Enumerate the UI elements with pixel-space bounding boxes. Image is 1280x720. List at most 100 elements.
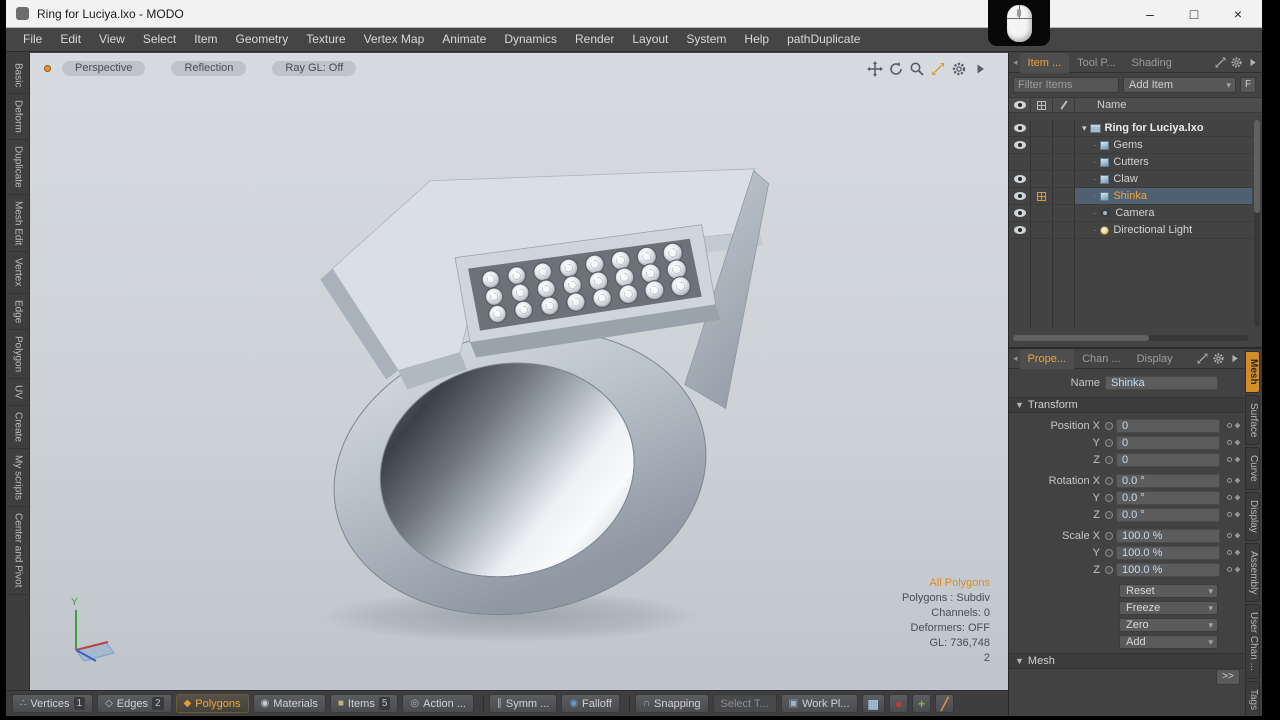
detach-panel-icon[interactable] [1196,352,1209,365]
snapping-mode-button[interactable]: ∩ Snapping [634,694,709,713]
item-tree-cell[interactable]: · Shinka [1075,188,1252,204]
transform-section-header[interactable]: ▼ Transform [1009,397,1244,413]
panel-more-arrow-icon[interactable] [1228,352,1241,365]
input-link-icon[interactable] [1234,439,1241,446]
edit-cell[interactable] [1053,171,1075,187]
input-link-icon[interactable] [1234,456,1241,463]
menu-geometry[interactable]: Geometry [227,28,298,51]
render-cell[interactable] [1031,205,1053,221]
envelope-icon[interactable] [1227,478,1232,483]
transform-value-input[interactable]: 0 [1116,418,1220,433]
channel-toggle-icon[interactable] [1105,493,1113,502]
transform-value-input[interactable]: 0.0 ° [1116,473,1220,488]
envelope-icon[interactable] [1227,495,1232,500]
item-list-hscrollbar[interactable] [1013,335,1248,341]
toolbox-tab-deform[interactable]: Deform [7,94,28,141]
item-row-claw[interactable]: · Claw [1009,171,1252,188]
envelope-icon[interactable] [1227,533,1232,538]
tab-properties[interactable]: Prope... [1019,348,1075,369]
visibility-column-header[interactable] [1009,98,1031,112]
add-dropdown-button[interactable]: Add [1119,635,1218,649]
paint-brush-button[interactable]: ╱ [935,694,955,713]
falloff-mode-button[interactable]: ◉ Falloff [561,694,620,713]
vertices-mode-button[interactable]: ∴ Vertices 1 [12,694,94,713]
envelope-icon[interactable] [1227,550,1232,555]
minimize-button[interactable]: – [1128,0,1172,28]
orbit-icon[interactable] [888,61,904,77]
toolbox-tab-my-scripts[interactable]: My scripts [7,449,28,508]
toolbox-tab-duplicate[interactable]: Duplicate [7,140,28,195]
item-tree-cell[interactable]: · Camera [1075,205,1252,221]
menu-vertex-map[interactable]: Vertex Map [355,28,434,51]
side-tab-display[interactable]: Display [1245,491,1260,541]
envelope-icon[interactable] [1227,423,1232,428]
filter-items-input[interactable]: Filter Items [1013,77,1119,93]
channel-toggle-icon[interactable] [1105,438,1113,447]
channel-toggle-icon[interactable] [1105,476,1113,485]
channel-toggle-icon[interactable] [1105,455,1113,464]
item-row-shinka[interactable]: · Shinka [1009,188,1252,205]
disclosure-arrow-icon[interactable]: ▾ [1082,123,1087,134]
menu-pathduplicate[interactable]: pathDuplicate [778,28,869,51]
side-tab-tags[interactable]: Tags [1245,680,1260,716]
menu-system[interactable]: System [677,28,735,51]
channel-toggle-icon[interactable] [1105,421,1113,430]
work-pl-mode-button[interactable]: ▣ Work Pl... [780,694,858,713]
viewport-3d[interactable]: Perspective Reflection Ray GL: Off All P… [30,53,1008,690]
maximize-button[interactable]: □ [1172,0,1216,28]
tab-item-list[interactable]: Item ... [1019,53,1070,73]
channel-toggle-icon[interactable] [1105,565,1113,574]
input-link-icon[interactable] [1234,477,1241,484]
zero-dropdown-button[interactable]: Zero [1119,618,1218,632]
menu-file[interactable]: File [14,28,51,51]
render-cell[interactable] [1031,120,1053,136]
pan-icon[interactable] [867,61,883,77]
transform-value-input[interactable]: 0.0 ° [1116,490,1220,505]
tab-scroll-left-icon[interactable]: ◂ [1011,57,1020,68]
menu-view[interactable]: View [90,28,134,51]
visibility-cell[interactable] [1009,137,1031,153]
edit-cell[interactable] [1053,120,1075,136]
tab-shading[interactable]: Shading [1123,53,1179,73]
visibility-cell[interactable] [1009,205,1031,221]
toolbox-tab-vertex[interactable]: Vertex [7,252,28,294]
edit-cell[interactable] [1053,205,1075,221]
render-cell[interactable] [1031,154,1053,170]
viewport-more-arrow-icon[interactable] [972,61,988,77]
menu-render[interactable]: Render [566,28,623,51]
detach-panel-icon[interactable] [1214,56,1227,69]
freeze-dropdown-button[interactable]: Freeze [1119,601,1218,615]
menu-help[interactable]: Help [735,28,778,51]
input-link-icon[interactable] [1234,549,1241,556]
symm-mode-button[interactable]: ∥ Symm ... [488,694,558,713]
envelope-icon[interactable] [1227,512,1232,517]
menu-item[interactable]: Item [185,28,226,51]
input-link-icon[interactable] [1234,566,1241,573]
channel-toggle-icon[interactable] [1105,510,1113,519]
visibility-cell[interactable] [1009,154,1031,170]
render-sphere-button[interactable]: ● [888,694,909,713]
materials-mode-button[interactable]: ◉ Materials [252,694,326,713]
item-tree-cell[interactable]: ▾ Ring for Luciya.lxo [1075,120,1252,136]
panel-more-arrow-icon[interactable] [1246,56,1259,69]
menu-dynamics[interactable]: Dynamics [495,28,566,51]
menu-texture[interactable]: Texture [297,28,354,51]
action-mode-button[interactable]: ◎ Action ... [402,694,474,713]
select-t-mode-button[interactable]: Select T... [712,694,777,713]
menu-animate[interactable]: Animate [433,28,495,51]
toolbox-tab-edge[interactable]: Edge [7,294,28,331]
item-tree-cell[interactable]: · Gems [1075,137,1252,153]
side-tab-user-chan[interactable]: User Chan ... [1245,603,1260,679]
workplane-grid-button[interactable]: ▦ [861,694,885,713]
item-tree-cell[interactable]: · Directional Light [1075,222,1252,238]
viewport-options-dot[interactable] [44,65,51,72]
item-tree-cell[interactable]: · Claw [1075,171,1252,187]
edit-cell[interactable] [1053,154,1075,170]
reset-dropdown-button[interactable]: Reset [1119,584,1218,598]
render-cell[interactable] [1031,188,1053,204]
item-row-directional-light[interactable]: · Directional Light [1009,222,1252,239]
maximize-viewport-icon[interactable] [930,61,946,77]
edit-column-header[interactable] [1053,98,1075,112]
render-cell[interactable] [1031,222,1053,238]
side-tab-assembly[interactable]: Assembly [1245,542,1260,602]
